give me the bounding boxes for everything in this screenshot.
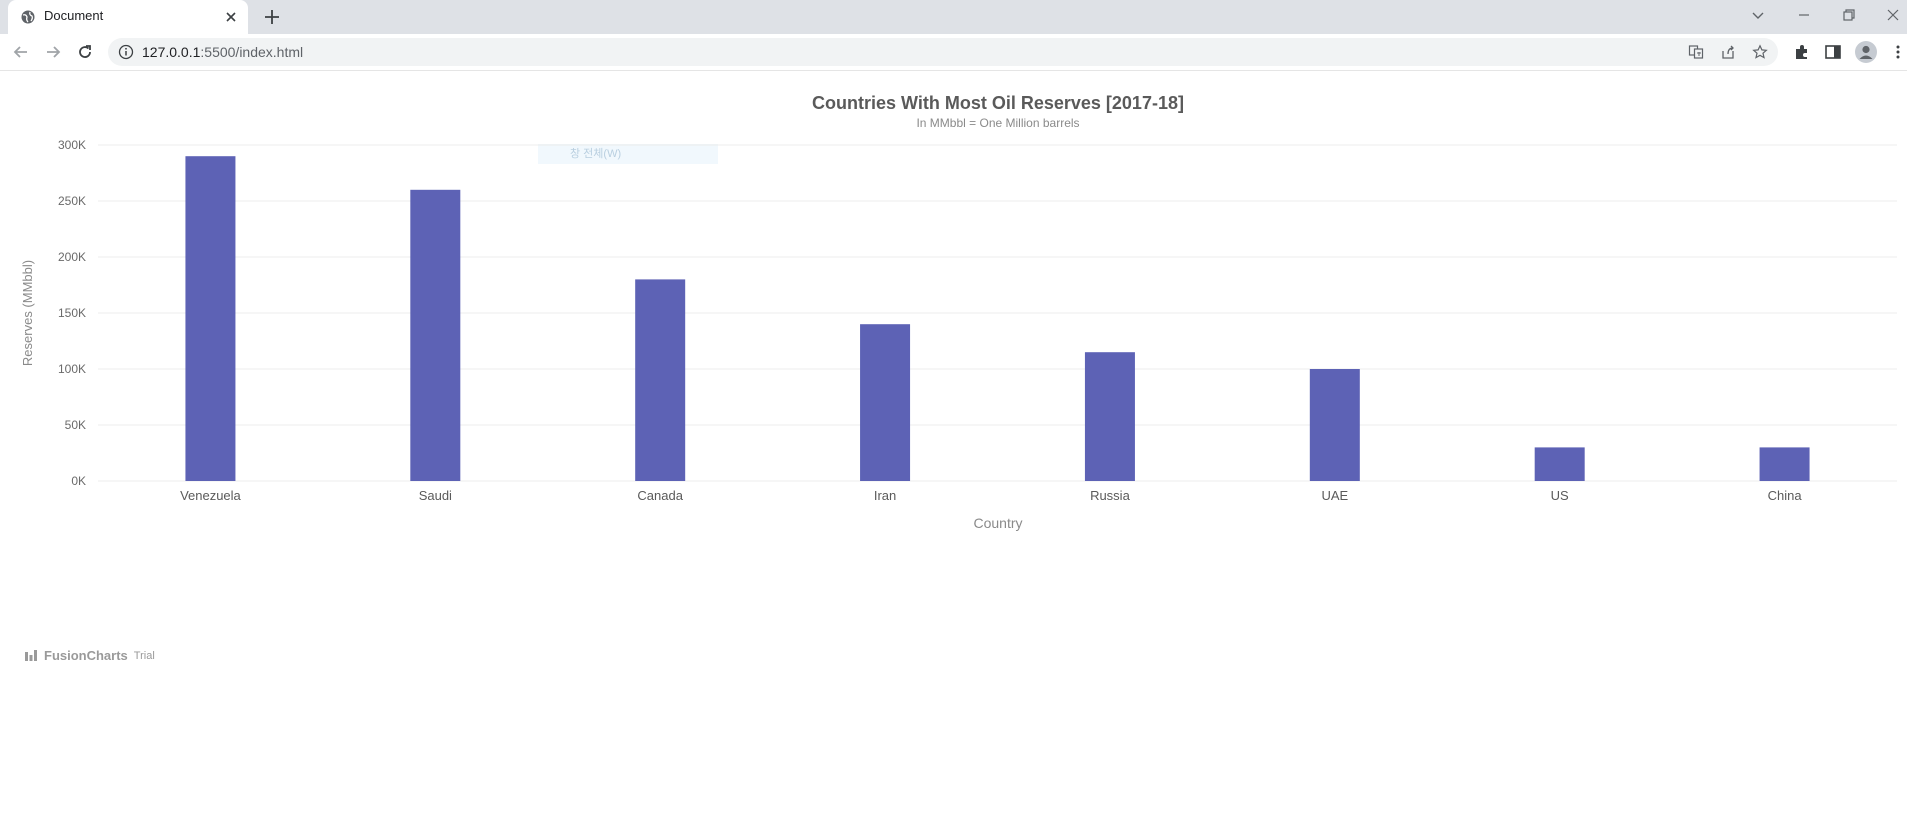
bar-series: [185, 156, 1810, 482]
y-tick-label: 200K: [58, 250, 86, 264]
share-icon[interactable]: [1720, 44, 1736, 60]
reload-icon[interactable]: [75, 42, 95, 62]
x-axis-label: Country: [973, 515, 1022, 531]
minimize-icon[interactable]: [1795, 6, 1813, 24]
bar-venezuela[interactable]: [185, 156, 236, 481]
x-tick-label: Iran: [874, 488, 896, 503]
bar-us[interactable]: [1534, 447, 1585, 481]
extensions-icon[interactable]: [1793, 43, 1811, 61]
new-tab-icon[interactable]: [262, 7, 282, 27]
close-tab-icon[interactable]: [222, 8, 240, 26]
y-tick-label: 300K: [58, 138, 86, 152]
fusioncharts-logo[interactable]: FusionCharts Trial: [24, 648, 155, 663]
tab-document[interactable]: Document: [8, 0, 248, 34]
translate-icon[interactable]: [1688, 44, 1704, 60]
x-tick-label: Russia: [1090, 488, 1131, 503]
x-tick-label: Venezuela: [180, 488, 241, 503]
url-text: 127.0.0.1:5500/index.html: [142, 44, 303, 60]
close-window-icon[interactable]: [1884, 6, 1902, 24]
page-content: Countries With Most Oil Reserves [2017-1…: [0, 71, 1907, 839]
y-axis-label: Reserves (MMbbl): [20, 260, 35, 366]
bar-russia[interactable]: [1084, 352, 1135, 481]
fusioncharts-brand: FusionCharts: [44, 648, 128, 663]
x-tick-label: Canada: [637, 488, 683, 503]
gridlines: [98, 144, 1897, 482]
y-tick-label: 150K: [58, 306, 86, 320]
url-path: :5500/index.html: [200, 44, 304, 60]
x-tick-label: US: [1551, 488, 1569, 503]
bookmark-star-icon[interactable]: [1752, 44, 1768, 60]
globe-icon: [21, 10, 35, 24]
y-tick-label: 250K: [58, 194, 86, 208]
bar-canada[interactable]: [635, 279, 686, 481]
x-tick-label: UAE: [1321, 488, 1348, 503]
x-axis-ticks: Venezuela Saudi Canada Iran Russia UAE US China: [180, 488, 1802, 503]
url-host: 127.0.0.1: [142, 44, 201, 60]
tab-search-icon[interactable]: [1749, 6, 1767, 24]
bar-uae[interactable]: [1309, 369, 1360, 481]
y-tick-label: 100K: [58, 362, 86, 376]
profile-avatar[interactable]: [1855, 41, 1877, 63]
profile-icon: [1859, 45, 1873, 59]
y-axis-ticks: 0K 50K 100K 150K 200K 250K 300K: [58, 138, 86, 488]
bar-iran[interactable]: [860, 324, 911, 481]
browser-toolbar: 127.0.0.1:5500/index.html: [0, 34, 1907, 71]
back-icon[interactable]: [11, 42, 31, 62]
y-tick-label: 50K: [65, 418, 86, 432]
site-info-icon[interactable]: [118, 44, 134, 60]
fusioncharts-icon: [25, 649, 37, 661]
bar-china[interactable]: [1759, 447, 1810, 481]
x-tick-label: Saudi: [419, 488, 452, 503]
y-tick-label: 0K: [71, 474, 86, 488]
restore-icon[interactable]: [1840, 6, 1858, 24]
tab-title: Document: [44, 8, 104, 23]
address-bar[interactable]: 127.0.0.1:5500/index.html: [108, 38, 1778, 66]
side-panel-icon[interactable]: [1824, 43, 1842, 61]
bar-chart: 0K 50K 100K 150K 200K 250K 300K Venezuela Saudi…: [20, 138, 1897, 531]
x-tick-label: China: [1768, 488, 1803, 503]
fusioncharts-trial: Trial: [133, 649, 155, 662]
forward-icon[interactable]: [43, 42, 63, 62]
tab-strip: Document: [0, 0, 1907, 34]
menu-kebab-icon[interactable]: [1889, 43, 1907, 61]
bar-saudi[interactable]: [410, 189, 461, 482]
